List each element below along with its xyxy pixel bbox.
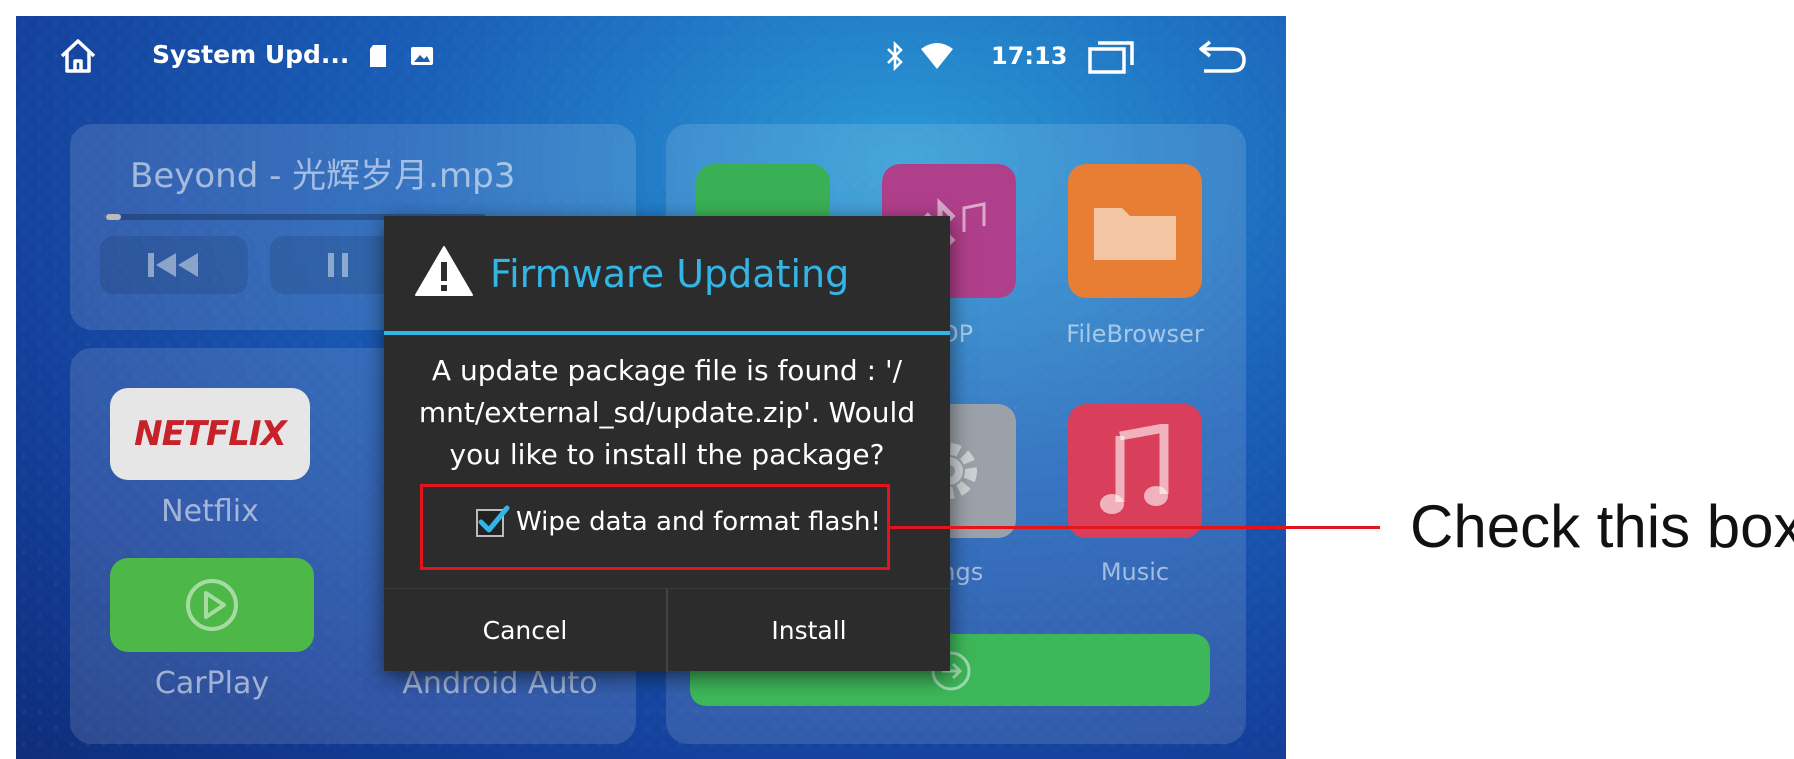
skip-previous-icon — [148, 253, 198, 277]
sd-card-icon — [370, 45, 386, 67]
pause-icon — [328, 253, 348, 277]
cancel-button[interactable]: Cancel — [384, 589, 666, 672]
carplay-play-icon — [186, 579, 238, 631]
highlight-box — [420, 484, 890, 570]
device-screen: System Upd... 17:13 Beyond - 光辉岁月.mp3 NE… — [16, 16, 1286, 759]
annotation-line — [890, 526, 1380, 529]
install-button[interactable]: Install — [668, 589, 950, 672]
firmware-update-dialog: Firmware Updating A update package file … — [384, 216, 950, 672]
netflix-logo: NETFLIX — [134, 414, 287, 454]
music-note-icon — [1100, 424, 1169, 514]
recents-icon[interactable] — [1086, 38, 1138, 76]
annotation-text: Check this box — [1410, 493, 1794, 560]
music-app-tile[interactable] — [1068, 404, 1202, 538]
clock: 17:13 — [991, 42, 1068, 70]
music-label: Music — [1100, 558, 1170, 586]
filebrowser-label: FileBrowser — [1066, 320, 1204, 348]
warning-icon — [415, 246, 473, 296]
folder-icon — [1094, 208, 1176, 260]
carplay-app-tile[interactable] — [110, 558, 314, 652]
back-icon[interactable] — [1196, 38, 1248, 76]
app-title: System Upd... — [152, 40, 350, 69]
dialog-header: Firmware Updating — [384, 216, 950, 331]
song-title: Beyond - 光辉岁月.mp3 — [130, 156, 516, 196]
dialog-button-bar: Cancel Install — [384, 588, 950, 672]
music-progress-fill — [106, 214, 122, 220]
home-icon[interactable] — [58, 36, 98, 76]
dialog-title: Firmware Updating — [490, 252, 850, 296]
carplay-label: CarPlay — [154, 666, 270, 701]
dialog-divider — [384, 331, 950, 335]
image-icon — [411, 47, 433, 65]
netflix-app-tile[interactable]: NETFLIX — [110, 388, 310, 480]
netflix-label: Netflix — [161, 494, 259, 529]
wifi-icon — [921, 43, 953, 69]
bluetooth-icon — [887, 40, 903, 72]
dialog-message: A update package file is found : '/ mnt/… — [418, 354, 916, 471]
status-bar: System Upd... 17:13 — [16, 16, 1286, 96]
filebrowser-app-tile[interactable] — [1068, 164, 1202, 298]
previous-track-button[interactable] — [100, 236, 248, 294]
